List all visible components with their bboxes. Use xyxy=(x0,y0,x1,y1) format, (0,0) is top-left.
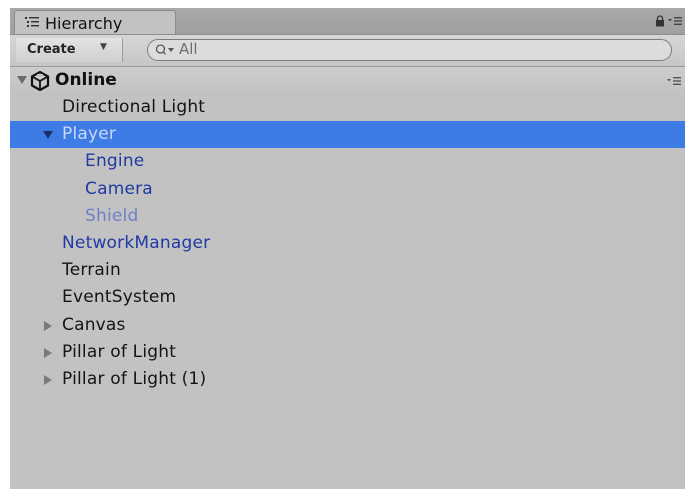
tree-item-label: Directional Light xyxy=(62,97,206,117)
scene-header-row[interactable]: Online xyxy=(10,67,685,94)
tree-row[interactable]: Directional Light xyxy=(10,94,685,121)
tree-row[interactable]: EventSystem xyxy=(10,284,685,311)
create-label: Create xyxy=(27,42,76,57)
hierarchy-list-icon xyxy=(25,17,39,27)
tree-item-label: EventSystem xyxy=(62,287,177,308)
tree-row[interactable]: Player xyxy=(10,121,685,149)
tree-row[interactable]: NetworkManager xyxy=(10,230,685,257)
scene-menu-icon[interactable] xyxy=(667,76,681,86)
tree-item-label: Engine xyxy=(85,151,145,172)
tab-title: Hierarchy xyxy=(45,14,123,33)
search-filter-icon[interactable] xyxy=(155,43,177,57)
foldout-collapsed-icon[interactable] xyxy=(43,347,53,358)
foldout-expanded-icon[interactable] xyxy=(43,130,53,140)
tree-item-label: Shield xyxy=(85,205,139,226)
tree-item-label: Canvas xyxy=(62,314,126,335)
tree-row[interactable]: Camera xyxy=(10,176,685,203)
unity-scene-icon xyxy=(30,71,50,91)
tree-item-label: Player xyxy=(62,124,117,145)
foldout-expanded-icon[interactable] xyxy=(17,75,27,85)
tree-row[interactable]: Engine xyxy=(10,148,685,175)
tree-row[interactable]: Pillar of Light (1) xyxy=(10,366,685,393)
tree-row[interactable]: Terrain xyxy=(10,257,685,284)
search-field[interactable] xyxy=(147,39,672,61)
tree-row[interactable]: Pillar of Light xyxy=(10,339,685,366)
search-input[interactable] xyxy=(179,40,579,58)
hierarchy-window: Hierarchy Create ▼ All Online Directiona… xyxy=(10,8,685,489)
dropdown-arrow-icon: ▼ xyxy=(100,42,107,52)
tab-bar: Hierarchy xyxy=(10,8,685,35)
tree-item-label: NetworkManager xyxy=(62,233,211,253)
tree-row[interactable]: Shield xyxy=(10,203,685,230)
tree-item-label: Pillar of Light xyxy=(62,341,177,362)
lock-icon[interactable] xyxy=(655,15,665,27)
tree-row[interactable]: Canvas xyxy=(10,312,685,339)
scene-name: Online xyxy=(55,70,117,90)
tab-hierarchy[interactable]: Hierarchy xyxy=(14,10,176,34)
window-menu-icon[interactable] xyxy=(668,16,682,26)
tree-item-label: Terrain xyxy=(62,260,121,281)
foldout-collapsed-icon[interactable] xyxy=(43,320,53,331)
tree-item-label: Camera xyxy=(85,178,153,199)
hierarchy-toolbar: Create ▼ xyxy=(10,35,685,67)
create-dropdown-button[interactable]: Create ▼ xyxy=(16,38,123,62)
foldout-collapsed-icon[interactable] xyxy=(43,375,53,385)
tree-item-label: Pillar of Light (1) xyxy=(62,369,207,389)
